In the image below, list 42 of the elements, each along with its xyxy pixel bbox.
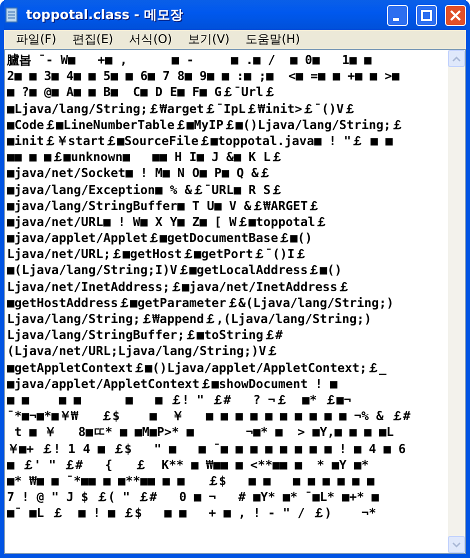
text-line: ¯*■¬■*■￥₩ ￡$ ■ ￥ ■ ■ ■ ■ ■ ■ ■ ■ ■ ■ ¬% & ￡# (7, 408, 412, 424)
text-line: 臚봅 ¯- W■ +■ , ■ - ■ .■ / ■ 0■ 1■ ■ (7, 52, 373, 68)
window-title: toppotal.class - 메모장 (26, 7, 184, 24)
text-line: ■ ?■ @■ A■ ■ B■ C■ D E■ F■ G￡¯Url￡ (7, 84, 276, 101)
text-line: ■ ￡' " ￡# { ￡ K** ■ ₩■■ ■ <**■■ ■ * ■Y ■* (7, 456, 370, 473)
text-line: ■getHostAddress￡■getParameter￡&(Ljava/lang/String;) (7, 294, 395, 311)
text-line: ■java/lang/StringBuffer■ T U■ V &￡₩ARGET￡ (7, 198, 321, 214)
menu-item[interactable]: 파일(F) (8, 31, 64, 48)
text-line: Ljava/net/InetAddress;￡■java/net/InetAddress￡ (7, 278, 350, 295)
text-line: ■java/net/Socket■ ! M■ N O■ P■ Q &￡ (7, 165, 272, 182)
menu-item[interactable]: 보기(V) (180, 31, 238, 48)
text-line: ■■ ■ ■￡■unknown■ ■■ H I■ J &■ K L￡ (7, 149, 284, 166)
text-line: ■java/applet/AppletContext￡■showDocument ! ■ (7, 376, 338, 392)
maximize-icon (421, 10, 432, 20)
text-line: ■java/net/URL■ ! W■ X Y■ Z■ [ W￡■toppotal￡ (7, 214, 328, 230)
text-line: ■Ljava/lang/String;￡₩arget￡¯IpL￡₩init>￡¯()V￡ (7, 100, 357, 117)
text-line: Ljava/lang/StringBuffer;￡■toString￡# (7, 327, 284, 344)
text-line: ■Code￡■LineNumberTable￡■MyIP￡■()Ljava/lang/String;￡ (7, 116, 404, 133)
text-line: ■* ₩■ ■ ¯*■■ ■ ■**■■ ■ ■ ￡$ ■ ■ ■ ■ ■ ■ ■ ■ (7, 472, 376, 490)
text-line: 7 ! @ " J $ ￡( " ￡# 0 ■ ¬ # ■Y* ■* ¯■L* ■+* ■ (7, 489, 380, 506)
text-line: ￥■+ ￡! 1 4 ■ ￡$ " ■ ■ ¯■ ■ ■ ■ ■ ■ ■ ■ ! ■ 4 ■ 6 (7, 440, 407, 457)
menu-item[interactable]: 도움말(H) (238, 31, 308, 48)
text-line: ■getAppletContext￡■()Ljava/applet/AppletContext;￡_ (7, 360, 388, 376)
text-line: Ljava/net/URL;￡■getHost￡■getPort￡¯()I￡ (7, 246, 308, 262)
text-line: ■(Ljava/lang/String;I)V￡■getLocalAddress￡■() (7, 262, 343, 279)
text-line: ■ ■ ■ ■ ■ ■ ￡! " ￡# ? ¬￡ ■* ￡■¬ (7, 392, 352, 408)
text-line: t ■ ￥ 8■ㄸ* ■ ■M■P>* ■ ¬■* ■ > ■Y,■ ■ ■ ■L (13, 424, 395, 440)
close-button[interactable] (445, 4, 466, 26)
text-line: ■java/applet/Applet￡■getDocumentBase￡■() (7, 230, 314, 246)
maximize-button[interactable] (416, 4, 437, 26)
text-line: ■¯ ■L ￡ ■ ! ■ ￡$ ■ ■ + ■ , ! - " / ￡) ¬* (7, 505, 378, 522)
minimize-button[interactable] (387, 4, 408, 26)
text-line: (Ljava/net/URL;Ljava/lang/String;)V￡ (7, 343, 280, 360)
text-line: ■init￡￥start￡■SourceFile￡■toppotal.java■ ! "￡ ■ ■ (7, 132, 394, 150)
text-line: 2■ ■ 3■ 4■ ■ 5■ ■ 6■ 7 8■ 9■ ■ :■ ;■ <■ =■ ■ +■ ■ >■ (7, 68, 400, 84)
menu-item[interactable]: 서식(O) (121, 31, 180, 48)
text-line: ■java/lang/Exception■ % &￡¯URL■ R S￡ (7, 182, 284, 198)
text-line: Ljava/lang/String;￡₩append￡,(Ljava/lang/String;) (7, 311, 373, 328)
minimize-icon (393, 18, 399, 20)
notepad-icon (4, 7, 20, 23)
menu-item[interactable]: 편집(E) (64, 31, 122, 48)
close-icon (450, 10, 461, 20)
